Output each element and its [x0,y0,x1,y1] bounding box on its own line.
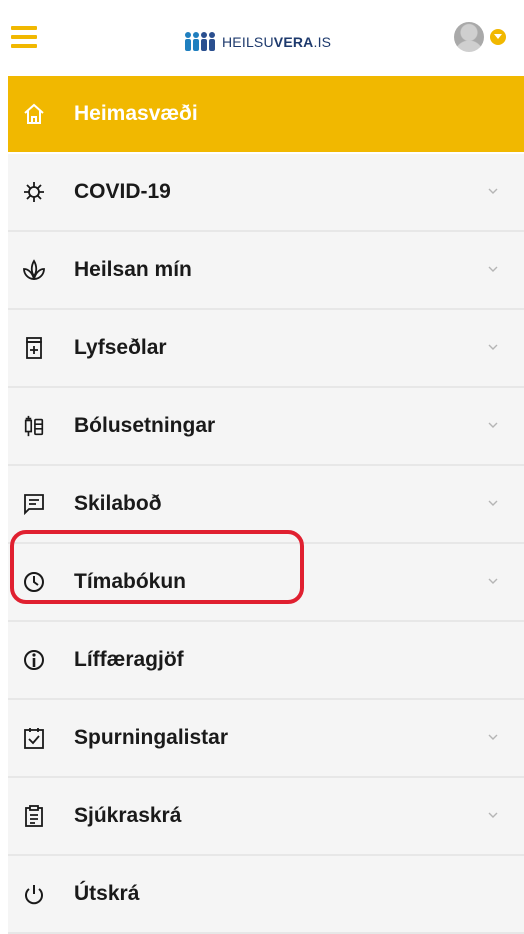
menu-item-heilsan-min[interactable]: Heilsan mín [8,232,524,310]
power-icon [22,882,46,906]
menu-item-sjukraskra[interactable]: Sjúkraskrá [8,778,524,856]
clock-icon [22,570,46,594]
heilsuvera-logo[interactable]: HEILSUVERA.IS [183,30,331,54]
menu-item-spurningalistar[interactable]: Spurningalistar [8,700,524,778]
menu-item-bolusetningar[interactable]: Bólusetningar [8,388,524,466]
logo-text: HEILSUVERA.IS [222,34,332,50]
menu-item-label: Heimasvæði [74,102,198,125]
medicine-icon [22,336,46,360]
chevron-down-icon[interactable] [488,577,498,587]
chevron-down-icon[interactable] [488,811,498,821]
chevron-down-icon[interactable] [488,343,498,353]
top-bar: HEILSUVERA.IS [0,0,524,76]
menu-item-skilabod[interactable]: Skilaboð [8,466,524,544]
chevron-down-icon[interactable] [490,29,506,45]
menu-item-label: Tímabókun [74,570,187,593]
side-menu: Heimasvæði COVID-19 Heilsan mín Lyfseðla… [8,76,524,934]
menu-item-label: Spurningalistar [74,726,229,749]
menu-item-covid-19[interactable]: COVID-19 [8,154,524,232]
chevron-down-icon[interactable] [488,187,498,197]
virus-icon [22,180,46,204]
avatar[interactable] [454,22,484,52]
menu-item-label: Heilsan mín [74,258,192,281]
menu-item-label: Líffæragjöf [74,648,184,671]
logo-people-icon [183,31,217,53]
chevron-down-icon[interactable] [488,733,498,743]
menu-item-heimasvaedi[interactable]: Heimasvæði [8,76,524,154]
plant-icon [22,258,46,282]
user-menu[interactable] [454,22,506,52]
menu-item-utskra[interactable]: Útskrá [8,856,524,934]
menu-item-liffaeragjof[interactable]: Líffæragjöf [8,622,524,700]
chevron-down-icon[interactable] [488,265,498,275]
home-icon [22,102,46,126]
menu-item-label: Sjúkraskrá [74,804,182,827]
hamburger-menu-icon[interactable] [11,26,37,48]
organ-donor-icon [22,648,46,672]
message-icon [22,492,46,516]
menu-item-label: Lyfseðlar [74,336,167,359]
checklist-icon [22,726,46,750]
menu-item-label: Bólusetningar [74,414,216,437]
clipboard-icon [22,804,46,828]
syringe-icon [22,414,46,438]
menu-item-lyfsedlar[interactable]: Lyfseðlar [8,310,524,388]
menu-item-label: Skilaboð [74,492,162,515]
menu-item-label: COVID-19 [74,180,171,203]
menu-item-timabokun[interactable]: Tímabókun [8,544,524,622]
chevron-down-icon[interactable] [488,421,498,431]
chevron-down-icon[interactable] [488,499,498,509]
menu-item-label: Útskrá [74,882,140,905]
